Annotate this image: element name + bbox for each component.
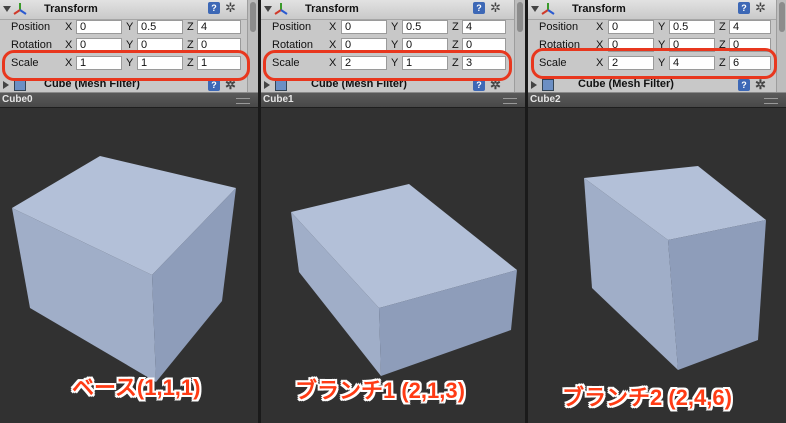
axis-z-label: Z bbox=[719, 21, 726, 33]
position-label: Position bbox=[539, 21, 579, 33]
camera-title-bar: Cube1 bbox=[261, 93, 525, 108]
caption-text: ブランチ2 (2,4,6) bbox=[562, 385, 732, 410]
caption-text: ベース(1,1,1) bbox=[72, 375, 201, 400]
mesh-filter-icon bbox=[542, 79, 554, 91]
transform-header[interactable]: Transform ? ✲ bbox=[528, 0, 786, 20]
foldout-arrow-icon[interactable] bbox=[531, 6, 539, 12]
position-z-field[interactable]: 4 bbox=[729, 20, 771, 34]
help-icon[interactable]: ? bbox=[738, 79, 750, 91]
camera-view bbox=[528, 108, 786, 423]
position-label: Position bbox=[11, 21, 51, 33]
camera-title-bar: Cube0 bbox=[0, 93, 258, 108]
drag-handle-icon[interactable] bbox=[503, 98, 517, 104]
position-x-field[interactable]: 0 bbox=[341, 20, 387, 34]
gear-icon[interactable]: ✲ bbox=[225, 0, 236, 16]
scrollbar-thumb[interactable] bbox=[779, 2, 785, 32]
position-y-field[interactable]: 0.5 bbox=[669, 20, 715, 34]
inspector-scrollbar[interactable] bbox=[247, 0, 258, 92]
transform-icon bbox=[13, 3, 27, 15]
scale-highlight-ring bbox=[2, 50, 250, 81]
foldout-arrow-icon[interactable] bbox=[3, 6, 11, 12]
help-icon[interactable]: ? bbox=[208, 2, 220, 14]
foldout-arrow-icon[interactable] bbox=[3, 81, 9, 89]
axis-z-label: Z bbox=[187, 21, 194, 33]
position-row: Position X 0 Y 0.5 Z 4 bbox=[261, 19, 525, 36]
transform-title: Transform bbox=[305, 3, 359, 15]
axis-x-label: X bbox=[329, 21, 337, 33]
cube-side-face bbox=[668, 220, 766, 370]
inspector-scrollbar[interactable] bbox=[514, 0, 525, 92]
foldout-arrow-icon[interactable] bbox=[531, 81, 537, 89]
camera-label: Cube1 bbox=[263, 94, 294, 105]
foldout-arrow-icon[interactable] bbox=[264, 6, 272, 12]
comparison-screenshot: Transform ? ✲ Position X 0 Y 0.5 Z 4 Rot… bbox=[0, 0, 786, 423]
position-x-field[interactable]: 0 bbox=[608, 20, 654, 34]
drag-handle-icon[interactable] bbox=[764, 98, 778, 104]
axis-x-label: X bbox=[596, 21, 604, 33]
transform-title: Transform bbox=[572, 3, 626, 15]
drag-handle-icon[interactable] bbox=[236, 98, 250, 104]
panel-cube2: Transform ? ✲ Position X 0 Y 0.5 Z 4 Rot… bbox=[528, 0, 786, 423]
position-y-field[interactable]: 0.5 bbox=[137, 20, 183, 34]
inspector: Transform ? ✲ Position X 0 Y 0.5 Z 4 Rot… bbox=[528, 0, 786, 93]
inspector-scrollbar[interactable] bbox=[776, 0, 786, 92]
panel-cube0: Transform ? ✲ Position X 0 Y 0.5 Z 4 Rot… bbox=[0, 0, 258, 423]
position-label: Position bbox=[272, 21, 312, 33]
scale-highlight-ring bbox=[531, 48, 777, 79]
cube-render bbox=[584, 166, 766, 370]
axis-y-label: Y bbox=[391, 21, 399, 33]
scrollbar-thumb[interactable] bbox=[250, 2, 256, 32]
transform-title: Transform bbox=[44, 3, 98, 15]
transform-header[interactable]: Transform ? ✲ bbox=[0, 0, 258, 20]
caption-text: ブランチ1 (2,1,3) bbox=[295, 378, 465, 403]
mesh-filter-title: Cube (Mesh Filter) bbox=[578, 78, 674, 90]
axis-x-label: X bbox=[65, 21, 73, 33]
help-icon[interactable]: ? bbox=[473, 2, 485, 14]
gear-icon[interactable]: ✲ bbox=[755, 77, 766, 93]
transform-icon bbox=[541, 3, 555, 15]
help-icon[interactable]: ? bbox=[738, 2, 750, 14]
transform-icon bbox=[274, 3, 288, 15]
position-row: Position X 0 Y 0.5 Z 4 bbox=[528, 19, 786, 36]
position-row: Position X 0 Y 0.5 Z 4 bbox=[0, 19, 258, 36]
panel-cube1: Transform ? ✲ Position X 0 Y 0.5 Z 4 Rot… bbox=[261, 0, 525, 423]
position-x-field[interactable]: 0 bbox=[76, 20, 122, 34]
position-y-field[interactable]: 0.5 bbox=[402, 20, 448, 34]
axis-y-label: Y bbox=[658, 21, 666, 33]
transform-header[interactable]: Transform ? ✲ bbox=[261, 0, 525, 20]
gear-icon[interactable]: ✲ bbox=[755, 0, 766, 16]
position-z-field[interactable]: 4 bbox=[462, 20, 506, 34]
scrollbar-thumb[interactable] bbox=[517, 2, 523, 32]
mesh-filter-header[interactable]: Cube (Mesh Filter) ? ✲ bbox=[528, 77, 786, 93]
foldout-arrow-icon[interactable] bbox=[264, 81, 270, 89]
camera-label: Cube2 bbox=[530, 94, 561, 105]
gear-icon[interactable]: ✲ bbox=[490, 0, 501, 16]
camera-title-bar: Cube2 bbox=[528, 93, 786, 108]
axis-z-label: Z bbox=[452, 21, 459, 33]
scale-highlight-ring bbox=[263, 50, 512, 81]
position-z-field[interactable]: 4 bbox=[197, 20, 241, 34]
axis-y-label: Y bbox=[126, 21, 134, 33]
camera-label: Cube0 bbox=[2, 94, 33, 105]
